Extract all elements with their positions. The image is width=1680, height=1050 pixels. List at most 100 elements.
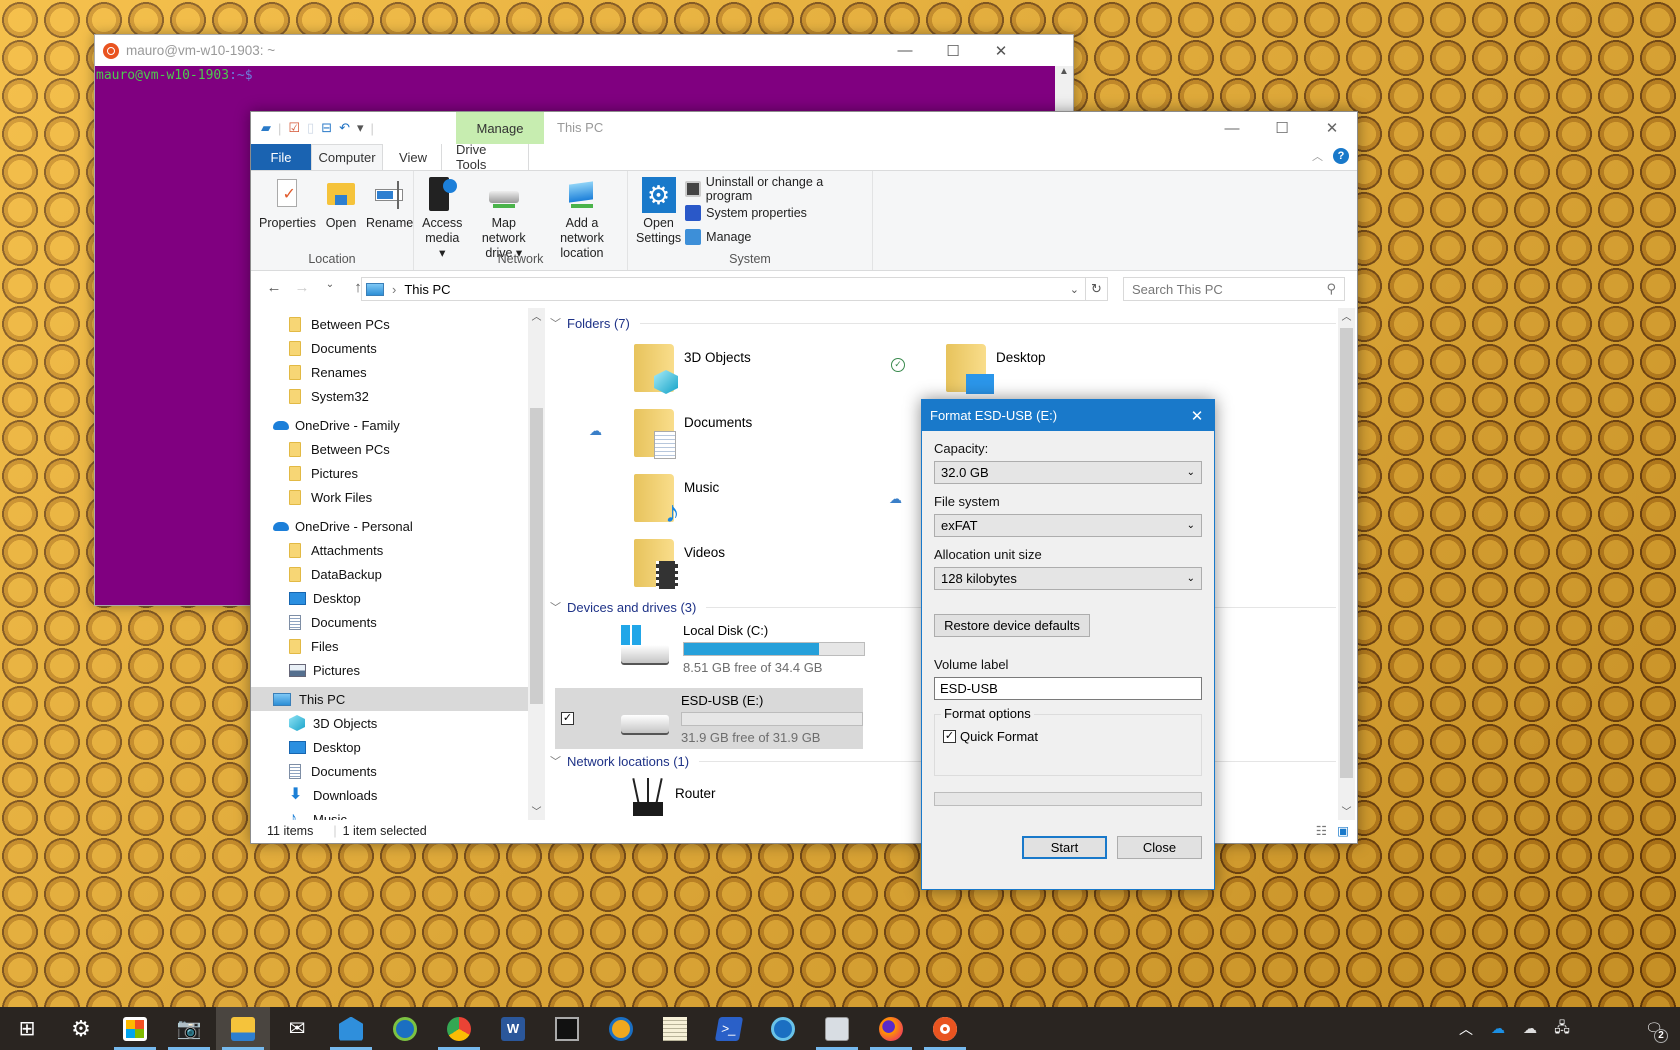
nav-item[interactable]: Between PCs bbox=[251, 437, 541, 461]
network-item-router[interactable]: Router bbox=[631, 778, 716, 818]
nav-item[interactable]: 3D Objects bbox=[251, 711, 541, 735]
help-icon[interactable]: ? bbox=[1333, 148, 1349, 164]
nav-item[interactable]: Desktop bbox=[251, 735, 541, 759]
nav-item[interactable]: Pictures bbox=[251, 658, 541, 682]
nav-item[interactable]: Work Files bbox=[251, 485, 541, 509]
maximize-button[interactable]: ☐ bbox=[1257, 112, 1307, 144]
taskbar-command-prompt[interactable] bbox=[540, 1007, 594, 1050]
restore-defaults-button[interactable]: Restore device defaults bbox=[934, 614, 1090, 637]
maximize-button[interactable]: ☐ bbox=[929, 35, 977, 66]
nav-item[interactable]: System32 bbox=[251, 384, 541, 408]
dialog-close-button[interactable]: ✕ bbox=[1180, 407, 1214, 425]
drive-esd-usb-e[interactable]: ✓ ESD-USB (E:) 31.9 GB free of 31.9 GB bbox=[555, 688, 863, 749]
customize-qat-icon[interactable]: ▾ bbox=[357, 120, 364, 136]
taskbar-app[interactable] bbox=[324, 1007, 378, 1050]
taskbar-firefox[interactable] bbox=[864, 1007, 918, 1050]
folder-videos[interactable]: Videos bbox=[634, 539, 725, 589]
details-view-button[interactable]: ☷ bbox=[1316, 823, 1327, 838]
volume-label-input[interactable]: ESD-USB bbox=[934, 677, 1202, 700]
manage-button[interactable]: Manage bbox=[685, 225, 868, 249]
taskbar-edge-beta[interactable] bbox=[756, 1007, 810, 1050]
manage-contextual-tab[interactable]: Manage bbox=[456, 112, 544, 144]
minimize-button[interactable]: — bbox=[1207, 112, 1257, 144]
nav-item[interactable]: DataBackup bbox=[251, 562, 541, 586]
capacity-select[interactable]: 32.0 GB ⌄ bbox=[934, 461, 1202, 484]
nav-item[interactable]: ⬇ Downloads bbox=[251, 783, 541, 807]
nav-item[interactable]: OneDrive - Family bbox=[251, 413, 541, 437]
nav-item[interactable]: Documents bbox=[251, 336, 541, 360]
close-button[interactable]: Close bbox=[1117, 836, 1202, 859]
folders-section-header[interactable]: ﹀ Folders (7) bbox=[546, 311, 1336, 335]
taskbar-chrome[interactable] bbox=[432, 1007, 486, 1050]
refresh-button[interactable]: ↻ bbox=[1086, 277, 1108, 301]
address-bar[interactable]: › This PC ⌄ bbox=[361, 277, 1086, 301]
tab-drive-tools[interactable]: Drive Tools bbox=[441, 142, 529, 172]
allocation-unit-select[interactable]: 128 kilobytes ⌄ bbox=[934, 567, 1202, 590]
show-hidden-icons-button[interactable]: ︿ bbox=[1450, 1019, 1482, 1039]
taskbar-ubuntu[interactable] bbox=[918, 1007, 972, 1050]
taskbar-mail[interactable]: ✉ bbox=[270, 1007, 324, 1050]
nav-item[interactable]: Files bbox=[251, 634, 541, 658]
taskbar-edge-dev[interactable] bbox=[378, 1007, 432, 1050]
minimize-button[interactable]: — bbox=[881, 35, 929, 66]
close-button[interactable]: ✕ bbox=[1307, 112, 1357, 144]
folder-3d-objects[interactable]: 3D Objects bbox=[634, 344, 751, 394]
nav-item[interactable]: This PC bbox=[251, 687, 541, 711]
drive-local-disk-c[interactable]: Local Disk (C:) 8.51 GB free of 34.4 GB bbox=[621, 623, 865, 675]
close-button[interactable]: ✕ bbox=[977, 35, 1025, 66]
tab-computer[interactable]: Computer bbox=[311, 144, 383, 170]
nav-item[interactable]: Between PCs bbox=[251, 312, 541, 336]
content-scrollbar[interactable]: ︿ ﹀ bbox=[1338, 308, 1355, 820]
recent-locations-button[interactable]: ⌄ bbox=[317, 279, 343, 296]
action-center-button[interactable]: 🗨 2 bbox=[1638, 1020, 1670, 1043]
navigation-pane-scrollbar[interactable]: ︿ ﹀ bbox=[528, 308, 545, 820]
forward-button[interactable]: → bbox=[289, 279, 315, 296]
system-properties-button[interactable]: System properties bbox=[685, 201, 868, 225]
taskbar-notepad[interactable] bbox=[648, 1007, 702, 1050]
properties-qat-icon[interactable]: ☑ bbox=[288, 120, 300, 136]
onedrive-personal-icon[interactable]: ☁ bbox=[1514, 1020, 1546, 1037]
taskbar-store[interactable] bbox=[108, 1007, 162, 1050]
nav-item[interactable]: Documents bbox=[251, 759, 541, 783]
start-button[interactable]: ⊞ bbox=[0, 1007, 54, 1050]
nav-item-label: Work Files bbox=[311, 489, 373, 505]
onedrive-icon[interactable]: ☁ bbox=[1482, 1020, 1514, 1037]
taskbar-word[interactable]: W bbox=[486, 1007, 540, 1050]
new-folder-qat-icon[interactable]: ▯ bbox=[307, 120, 314, 136]
nav-item[interactable]: Desktop bbox=[251, 586, 541, 610]
rename-qat-icon[interactable]: ⊟ bbox=[321, 120, 332, 136]
search-input[interactable]: Search This PC ⚲ bbox=[1123, 277, 1345, 301]
back-button[interactable]: ← bbox=[261, 279, 287, 296]
start-button[interactable]: Start bbox=[1022, 836, 1107, 859]
selection-checkbox[interactable]: ✓ bbox=[561, 712, 574, 725]
format-dialog-titlebar[interactable]: Format ESD-USB (E:) ✕ bbox=[922, 400, 1214, 431]
large-icons-view-button[interactable]: ▣ bbox=[1337, 823, 1349, 838]
folder-documents[interactable]: ☁ Documents bbox=[589, 409, 752, 459]
nav-item[interactable]: Pictures bbox=[251, 461, 541, 485]
undo-qat-icon[interactable]: ↶ bbox=[339, 120, 350, 136]
folder-music[interactable]: ♪ Music bbox=[634, 474, 719, 528]
network-icon[interactable]: 🖧 bbox=[1546, 1017, 1578, 1041]
tab-file[interactable]: File bbox=[251, 144, 311, 170]
nav-item[interactable]: OneDrive - Personal bbox=[251, 514, 541, 538]
nav-item[interactable]: Renames bbox=[251, 360, 541, 384]
nav-item[interactable]: Attachments bbox=[251, 538, 541, 562]
taskbar-edge-canary[interactable] bbox=[594, 1007, 648, 1050]
tab-view[interactable]: View bbox=[383, 144, 443, 170]
quick-format-checkbox[interactable]: ✓ Quick Format bbox=[943, 729, 1193, 744]
nav-item[interactable]: Documents bbox=[251, 610, 541, 634]
format-dialog[interactable]: Format ESD-USB (E:) ✕ Capacity: 32.0 GB ⌄… bbox=[921, 399, 1215, 890]
taskbar-settings[interactable]: ⚙ bbox=[54, 1007, 108, 1050]
taskbar-camera[interactable]: 📷 bbox=[162, 1007, 216, 1050]
notification-count-badge: 2 bbox=[1654, 1029, 1668, 1043]
taskbar-powershell[interactable]: >_ bbox=[702, 1007, 756, 1050]
uninstall-program-button[interactable]: Uninstall or change a program bbox=[685, 175, 868, 203]
taskbar-performance-monitor[interactable] bbox=[810, 1007, 864, 1050]
navigation-pane[interactable]: Between PCs Documents Renames System32 OneDr… bbox=[251, 308, 541, 820]
file-system-select[interactable]: exFAT ⌄ bbox=[934, 514, 1202, 537]
address-dropdown-icon[interactable]: ⌄ bbox=[1070, 283, 1079, 296]
collapse-ribbon-icon[interactable]: ︿ bbox=[1312, 148, 1323, 164]
folder-desktop[interactable]: ✓ Desktop bbox=[891, 344, 1046, 394]
chevron-down-icon: ⌄ bbox=[1186, 573, 1195, 584]
taskbar-file-explorer[interactable] bbox=[216, 1007, 270, 1050]
